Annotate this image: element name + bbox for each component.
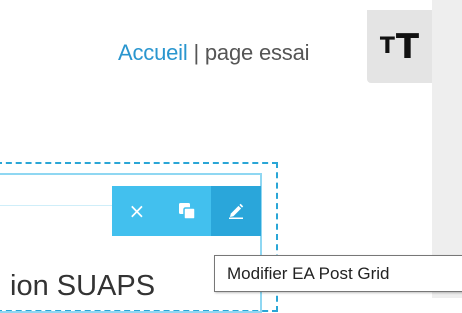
text-size-icon-small: T [379,33,395,59]
breadcrumb-home-link[interactable]: Accueil [118,40,188,65]
close-icon: × [128,199,146,223]
text-size-icon-large: T [395,26,420,67]
right-sidebar-panel [432,0,462,298]
delete-button[interactable]: × [112,186,162,236]
edit-tooltip: Modifier EA Post Grid [214,255,462,292]
breadcrumb-separator: | [193,40,199,65]
widget-edit-toolbar: × [112,186,262,236]
section-heading: ion SUAPS [10,270,156,302]
breadcrumb-clip: Accueil | page essai [0,30,368,78]
duplicate-icon [178,203,196,220]
breadcrumb-current: page essai [204,40,310,65]
edit-button[interactable] [211,186,262,236]
text-size-button[interactable]: T T [367,10,432,83]
pencil-icon [229,203,244,219]
breadcrumb: Accueil | page essai [118,40,310,66]
duplicate-button[interactable] [162,186,212,236]
